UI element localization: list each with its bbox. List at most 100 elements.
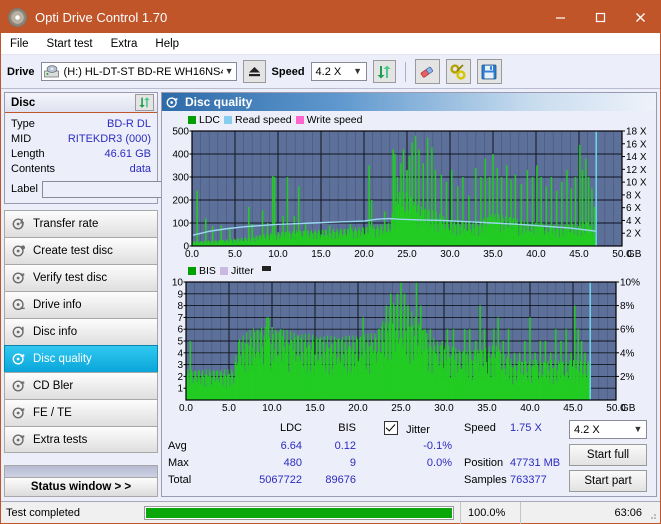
disc-row-mid-value: RITEKDR3 (000) <box>67 133 151 145</box>
disc-row-mid: MID RITEKDR3 (000) <box>11 132 151 147</box>
sidebar-item-label: Verify test disc <box>33 272 108 284</box>
sidebar-item-label: FE / TE <box>33 407 72 419</box>
jitter-checkbox[interactable]: Jitter <box>384 421 430 436</box>
svg-text:9: 9 <box>177 289 183 300</box>
legend-label-jitter: Jitter <box>230 264 254 277</box>
stats-max-ldc: 480 <box>283 457 302 469</box>
speed-select[interactable]: 4.2 X ▼ <box>310 62 367 81</box>
stats-panel: LDC BIS Jitter Avg 6.64 0.12 -0.1% Max 4… <box>162 418 656 496</box>
sidebar-item-transfer-rate[interactable]: Transfer rate <box>4 210 158 237</box>
app-icon <box>8 7 27 27</box>
disc-row-length-key: Length <box>11 148 45 160</box>
stats-avg-jitter: -0.1% <box>423 440 452 452</box>
sidebar-item-disc-quality[interactable]: Disc quality <box>4 345 158 372</box>
svg-text:5.0: 5.0 <box>228 249 242 260</box>
chevron-down-icon: ▼ <box>633 424 643 434</box>
bis-chart[interactable]: 1 2 3 4 5 6 7 8 9 10 2% 4% 6% 8% 10% 0.0 5.0 10.0 15.0 20.0… <box>162 278 656 418</box>
jitter-checkbox-box[interactable] <box>384 421 398 435</box>
disc-row-contents-value: data <box>129 163 151 175</box>
drive-select[interactable]: (H:) HL-DT-ST BD-RE WH16NS48 1.D3 ▼ <box>40 62 237 81</box>
content-header: Disc quality <box>162 93 656 111</box>
stats-position-value: 47731 MB <box>510 457 561 469</box>
svg-text:200: 200 <box>172 196 189 207</box>
test-speed-value: 4.2 X <box>574 423 600 436</box>
test-speed-select[interactable]: 4.2 X ▼ <box>569 420 647 439</box>
nav-list: Transfer rate Create test disc Verify te… <box>4 210 158 453</box>
transfer-rate-icon <box>12 218 25 230</box>
maximize-icon[interactable] <box>580 1 620 33</box>
erase-button[interactable] <box>414 59 440 84</box>
disc-row-type-key: Type <box>11 118 35 130</box>
sidebar-spacer <box>4 465 158 477</box>
svg-text:4: 4 <box>177 348 183 359</box>
status-window-button[interactable]: Status window > > <box>4 477 158 497</box>
verify-test-disc-icon <box>12 272 25 284</box>
disc-refresh-button[interactable] <box>135 94 154 111</box>
save-button[interactable] <box>476 59 502 84</box>
stats-max-bis: 9 <box>349 457 356 469</box>
legend-swatch-read-speed <box>224 115 233 124</box>
close-icon[interactable] <box>620 1 660 33</box>
sidebar-item-disc-info[interactable]: Disc info <box>4 318 158 345</box>
drive-combo-wrap: (H:) HL-DT-ST BD-RE WH16NS48 1.D3 ▼ <box>40 62 237 81</box>
sidebar-item-drive-info[interactable]: Drive info <box>4 291 158 318</box>
chevron-down-icon: ▼ <box>353 66 362 76</box>
svg-text:25.0: 25.0 <box>397 249 417 260</box>
menu-item-start-test[interactable]: Start test <box>47 38 103 50</box>
svg-text:2%: 2% <box>620 372 635 383</box>
jitter-marker-icon <box>261 265 271 271</box>
resize-grip-icon[interactable] <box>647 510 657 520</box>
disc-row-length: Length 46.61 GB <box>11 147 151 162</box>
stats-total-ldc: 5067722 <box>259 474 302 486</box>
sidebar-item-fe-te[interactable]: FE / TE <box>4 399 158 426</box>
sidebar-item-verify-test-disc[interactable]: Verify test disc <box>4 264 158 291</box>
disc-label-row: Label <box>11 180 245 198</box>
ldc-chart[interactable]: 0 100 200 300 400 500 2 X4 X6 X8 X 10 X 12 X 14 X… <box>162 127 656 262</box>
eraser-icon <box>420 66 434 78</box>
extra-tests-icon <box>12 433 25 446</box>
sidebar-item-cd-bler[interactable]: CD Bler <box>4 372 158 399</box>
title-bar: Opti Drive Control 1.70 <box>1 1 660 33</box>
disc-quality-icon <box>12 353 25 365</box>
progress-bar-fill <box>146 507 452 518</box>
drive-select-value: (H:) HL-DT-ST BD-RE WH16NS48 1.D3 <box>63 65 223 78</box>
eject-button[interactable] <box>242 60 266 83</box>
legend-entry-read-speed: Read speed <box>224 114 292 126</box>
sidebar-item-extra-tests[interactable]: Extra tests <box>4 426 158 453</box>
menu-item-help[interactable]: Help <box>155 38 189 50</box>
svg-text:2 X: 2 X <box>626 229 641 240</box>
minimize-icon[interactable] <box>540 1 580 33</box>
svg-text:5.0: 5.0 <box>222 403 236 414</box>
start-part-button[interactable]: Start part <box>569 470 647 492</box>
stats-avg-bis: 0.12 <box>334 440 356 452</box>
disc-row-contents: Contents data <box>11 162 151 177</box>
disc-quality-icon <box>166 96 178 108</box>
menu-item-extra[interactable]: Extra <box>111 38 148 50</box>
stats-speed-label: Speed <box>464 422 496 434</box>
svg-text:30.0: 30.0 <box>440 249 460 260</box>
toolbar-separator <box>404 61 406 82</box>
disc-label-key: Label <box>11 183 38 195</box>
tools-button[interactable] <box>445 59 471 84</box>
stats-row-avg-label: Avg <box>168 440 187 452</box>
ldc-chart-legend: LDC Read speed Write speed <box>162 111 656 127</box>
fe-te-icon <box>12 407 25 419</box>
stats-col-ldc: LDC <box>279 422 302 434</box>
sidebar-item-label: Disc quality <box>33 353 92 365</box>
sidebar-item-create-test-disc[interactable]: Create test disc <box>4 237 158 264</box>
svg-text:40.0: 40.0 <box>520 403 540 414</box>
menu-item-file[interactable]: File <box>10 38 39 50</box>
refresh-button[interactable] <box>372 60 396 83</box>
left-sidebar: Disc Type BD-R DL MID RITEKDR3 (000) Len… <box>4 92 245 497</box>
speed-label: Speed <box>271 65 305 78</box>
svg-text:4 X: 4 X <box>626 216 641 227</box>
svg-text:10 X: 10 X <box>626 178 647 189</box>
start-full-button[interactable]: Start full <box>569 444 647 466</box>
stats-position-label: Position <box>464 457 504 469</box>
sidebar-item-label: Disc info <box>33 326 78 338</box>
legend-entry-write-speed: Write speed <box>295 114 363 126</box>
svg-text:400: 400 <box>172 150 189 161</box>
svg-text:10: 10 <box>172 278 184 289</box>
drive-info-icon <box>12 299 25 311</box>
stats-samples-label: Samples <box>464 474 507 486</box>
